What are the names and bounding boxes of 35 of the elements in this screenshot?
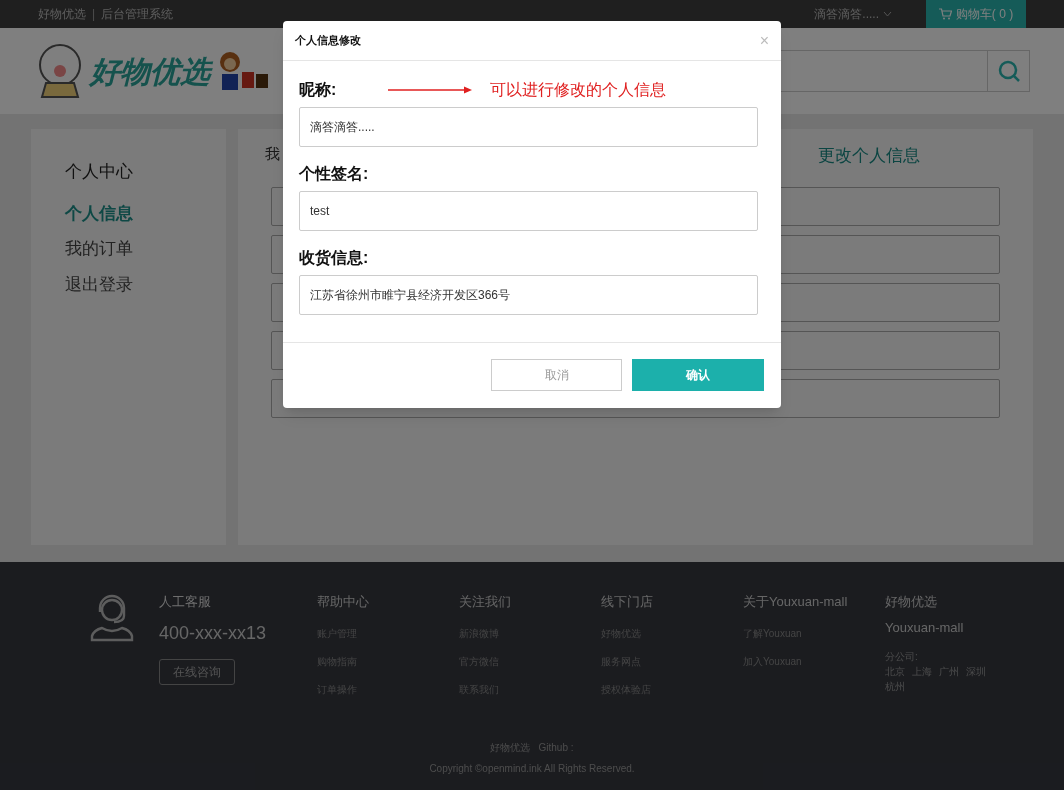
footer-heading: 帮助中心 (317, 593, 370, 611)
search-button[interactable] (988, 50, 1030, 92)
footer-heading: 关于Youxuan-mall (743, 593, 849, 611)
sidebar-title: 个人中心 (65, 161, 134, 183)
brand-subtitle: Youxuan-mall (885, 618, 965, 637)
chevron-down-icon (883, 11, 892, 17)
search-icon (996, 59, 1021, 83)
cart-icon (938, 8, 952, 20)
field-label: 昵称: (299, 80, 337, 100)
footer-heading: 关注我们 (459, 593, 512, 611)
section-title: 更改个人信息 (818, 145, 920, 167)
confirm-button[interactable]: 确认 (632, 359, 764, 391)
footer-heading: 好物优选 (885, 593, 938, 611)
search-field[interactable] (780, 50, 988, 92)
field-label: 收货信息: (299, 248, 369, 269)
annotation-text: 可以进行修改的个人信息 (490, 80, 667, 100)
input-field[interactable]: test (299, 191, 758, 231)
cart-button[interactable]: 购物车( 0 ) (926, 0, 1026, 28)
sidebar-item[interactable]: 我的订单 (65, 236, 226, 262)
phone-number: 400-xxx-xx13 (159, 621, 268, 645)
headset-person-icon (88, 594, 136, 642)
close-button[interactable]: × (759, 28, 769, 53)
field-label: 个性签名: (299, 164, 369, 184)
sidebar-item[interactable]: 个人信息 (65, 200, 226, 226)
input-field[interactable]: 江苏省徐州市睢宁县经济开发区366号 (299, 275, 758, 315)
dialog-title: 个人信息修改 (295, 33, 361, 49)
separator: | (92, 6, 96, 23)
arrow-icon (388, 86, 473, 94)
footer-heading: 人工客服 (159, 593, 212, 611)
sidebar-item[interactable]: 退出登录 (65, 271, 226, 297)
site-name[interactable]: 好物优选 (38, 5, 86, 23)
mascot-group-icon (218, 50, 268, 92)
section-title: 我 (265, 144, 280, 164)
cancel-button[interactable]: 取消 (491, 359, 622, 391)
input-field[interactable]: 滴答滴答..... (299, 107, 758, 147)
